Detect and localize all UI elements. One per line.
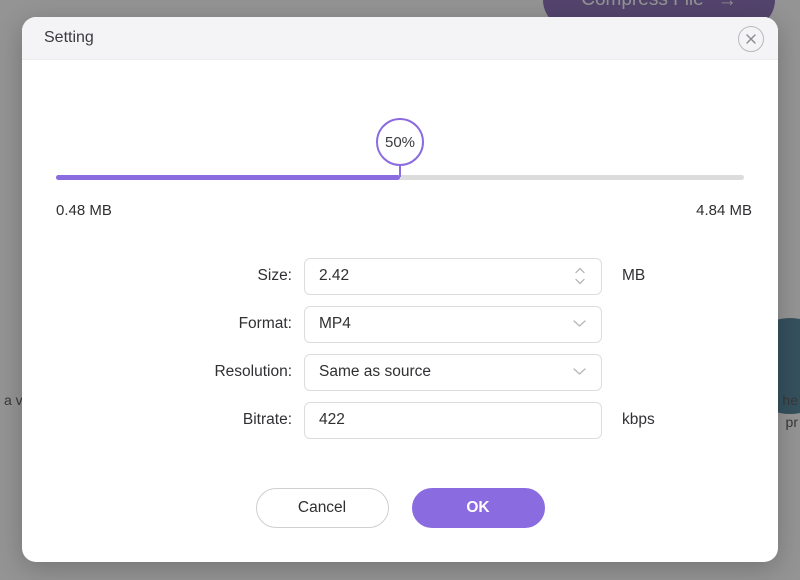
dialog-titlebar: Setting xyxy=(22,17,778,60)
bitrate-value: 422 xyxy=(319,411,345,428)
cancel-button[interactable]: Cancel xyxy=(255,488,389,528)
size-unit: MB xyxy=(622,267,646,284)
ok-button[interactable]: OK xyxy=(411,488,545,528)
slider-track-fill xyxy=(56,175,400,180)
dialog-footer: Cancel OK xyxy=(22,488,778,528)
format-label: Format: xyxy=(238,315,292,332)
bitrate-unit: kbps xyxy=(622,411,655,428)
row-bitrate: Bitrate: 422 kbps xyxy=(22,396,778,444)
compression-slider[interactable]: 50% xyxy=(56,118,744,181)
resolution-select[interactable]: Same as source xyxy=(304,353,602,391)
size-input[interactable]: 2.42 xyxy=(304,257,602,295)
slider-handle[interactable]: 50% xyxy=(376,118,424,166)
format-select[interactable]: MP4 xyxy=(304,305,602,343)
slider-value-label: 50% xyxy=(384,133,416,151)
size-label: Size: xyxy=(257,267,292,284)
close-icon[interactable] xyxy=(738,26,764,52)
resolution-label: Resolution: xyxy=(214,363,292,380)
settings-form: Size: 2.42 MB Format: MP4 Resolution: Sa… xyxy=(22,252,778,444)
slider-max-label: 4.84 MB xyxy=(696,202,752,219)
dialog-body: 50% 0.48 MB 4.84 MB Size: 2.42 MB Format… xyxy=(22,60,778,561)
size-value: 2.42 xyxy=(319,267,350,284)
setting-dialog: Setting 50% 0.48 MB 4.84 MB Size: 2.42 M… xyxy=(22,17,778,562)
dialog-title: Setting xyxy=(44,29,94,46)
bitrate-label: Bitrate: xyxy=(242,411,292,428)
chevron-down-icon[interactable] xyxy=(572,363,587,381)
stepper-icon[interactable] xyxy=(573,267,587,286)
row-resolution: Resolution: Same as source xyxy=(22,348,778,396)
screen: Compress File → a v he pr Setting xyxy=(0,0,800,580)
slider-min-label: 0.48 MB xyxy=(56,202,112,219)
chevron-down-icon[interactable] xyxy=(572,315,587,333)
row-size: Size: 2.42 MB xyxy=(22,252,778,300)
resolution-value: Same as source xyxy=(319,363,431,380)
row-format: Format: MP4 xyxy=(22,300,778,348)
format-value: MP4 xyxy=(319,315,351,332)
bitrate-input[interactable]: 422 xyxy=(304,401,602,439)
